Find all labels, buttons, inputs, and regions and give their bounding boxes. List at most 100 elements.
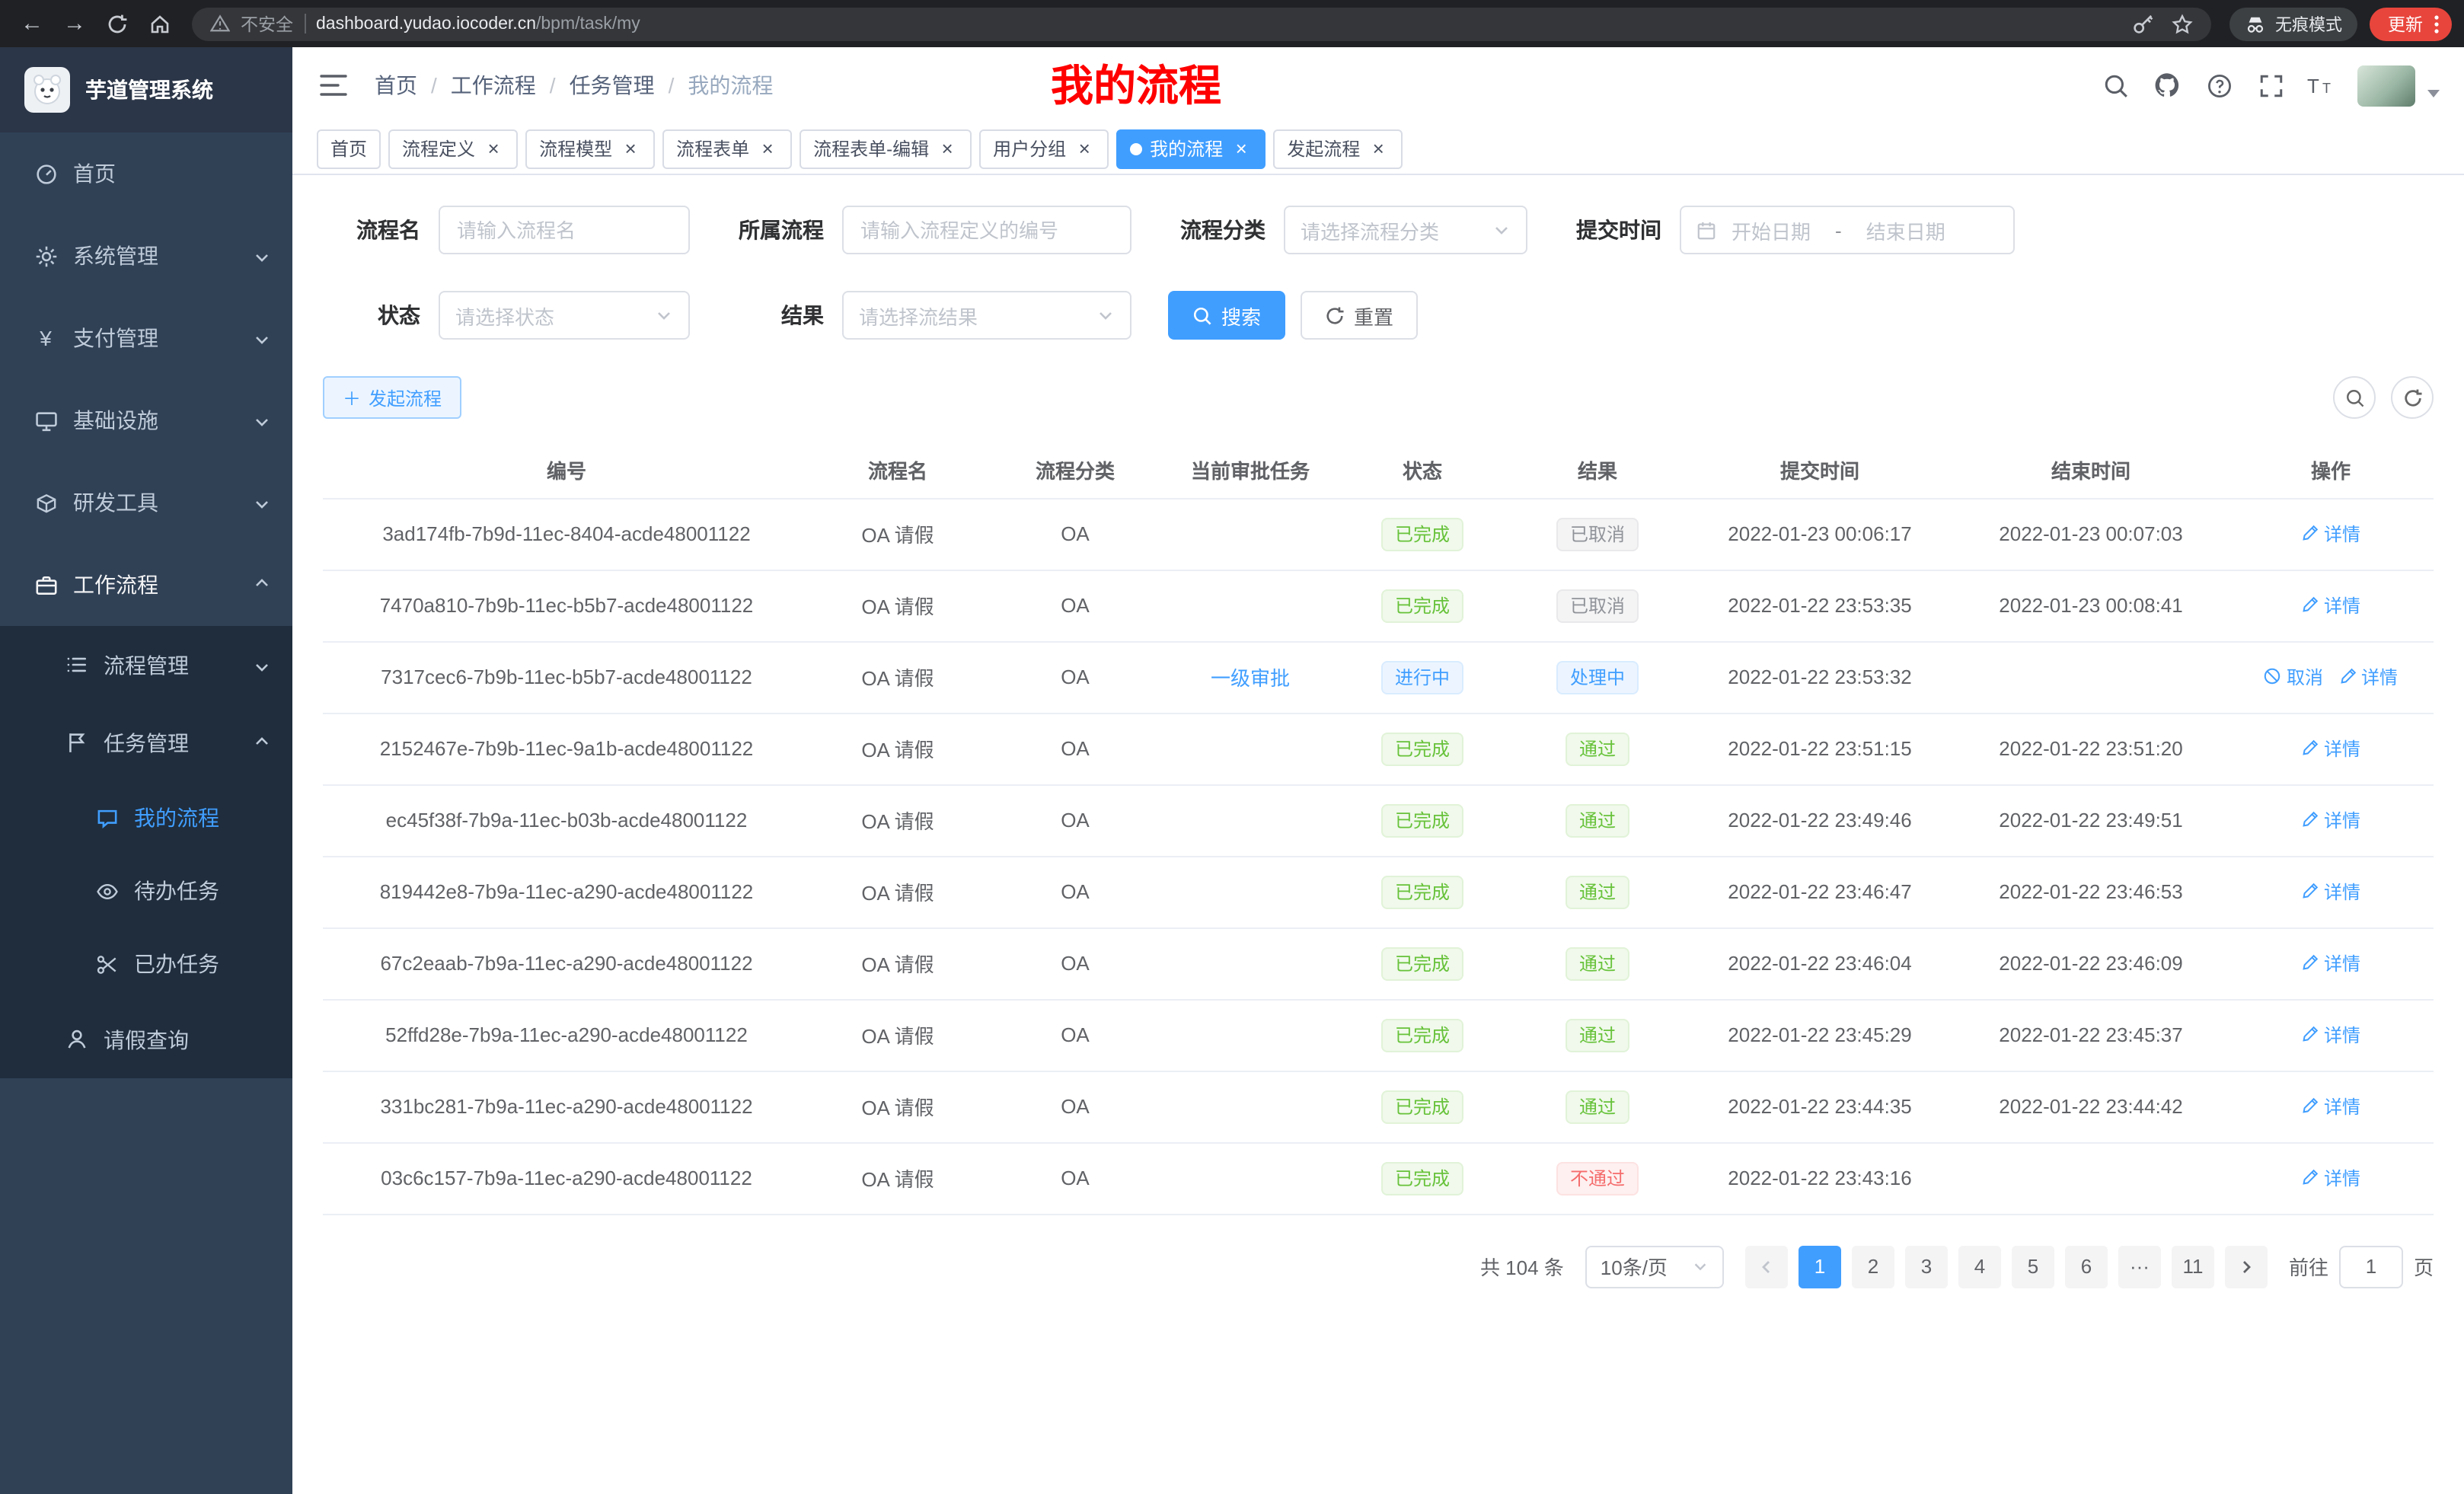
browser-reload-button[interactable] (97, 4, 137, 43)
refresh-table-button[interactable] (2391, 376, 2434, 419)
status-badge: 已完成 (1381, 732, 1463, 765)
close-tab-icon[interactable]: × (1074, 138, 1095, 159)
tab-process-form-edit[interactable]: 流程表单-编辑× (800, 129, 972, 168)
bookmark-star-icon[interactable] (2172, 13, 2193, 34)
reset-button[interactable]: 重置 (1301, 291, 1418, 340)
tab-start-process[interactable]: 发起流程× (1273, 129, 1403, 168)
close-tab-icon[interactable]: × (937, 138, 958, 159)
process-name-input[interactable] (439, 206, 690, 254)
actions-cell: 取消详情 (2228, 641, 2434, 713)
password-key-icon[interactable] (2132, 13, 2153, 34)
pager-page-6[interactable]: 6 (2065, 1245, 2108, 1288)
close-tab-icon[interactable]: × (620, 138, 641, 159)
github-link-button[interactable] (2150, 69, 2184, 102)
tab-process-definition[interactable]: 流程定义× (388, 129, 518, 168)
table-header-row: 编号流程名流程分类当前审批任务状态结果提交时间结束时间操作 (323, 443, 2434, 498)
end-time-cell (1954, 1142, 2228, 1214)
pager-page-4[interactable]: 4 (1958, 1245, 2001, 1288)
submit-time-range-picker[interactable]: 开始日期 - 结束日期 (1680, 206, 2015, 254)
breadcrumb-item[interactable]: 工作流程 (451, 70, 536, 101)
detail-action-button[interactable]: 详情 (2301, 879, 2360, 905)
security-label[interactable]: 不安全 (241, 11, 293, 36)
status-cell: 已完成 (1336, 713, 1509, 784)
breadcrumb-item[interactable]: 首页 (375, 70, 417, 101)
sidebar-item-my-process[interactable]: 我的流程 (0, 781, 292, 854)
current-task-link[interactable]: 一级审批 (1211, 667, 1290, 690)
detail-action-button[interactable]: 详情 (2301, 736, 2360, 761)
detail-action-button[interactable]: 详情 (2301, 592, 2360, 618)
avatar-caret-down-icon[interactable] (2427, 89, 2440, 97)
parent-process-input[interactable] (842, 206, 1131, 254)
browser-home-button[interactable] (140, 4, 180, 43)
status-select[interactable]: 请选择状态 (439, 291, 690, 340)
sidebar-item-leave-query[interactable]: 请假查询 (0, 1001, 292, 1078)
next-page-button[interactable] (2225, 1245, 2268, 1288)
browser-back-button[interactable]: ← (12, 4, 52, 43)
close-tab-icon[interactable]: × (1368, 138, 1389, 159)
user-avatar[interactable] (2357, 65, 2415, 106)
detail-action-button[interactable]: 详情 (2301, 950, 2360, 976)
close-tab-icon[interactable]: × (1230, 138, 1252, 159)
detail-action-button[interactable]: 详情 (2301, 1165, 2360, 1191)
detail-action-button[interactable]: 详情 (2338, 664, 2398, 690)
page-size-select[interactable]: 10条/页 (1585, 1245, 1724, 1288)
browser-update-button[interactable]: 更新 (2370, 7, 2452, 40)
sidebar-item-workflow[interactable]: 工作流程 (0, 544, 292, 626)
tab-home[interactable]: 首页 (317, 129, 381, 168)
sidebar-item-todo-tasks[interactable]: 待办任务 (0, 854, 292, 927)
close-tab-icon[interactable]: × (757, 138, 778, 159)
app-logo[interactable]: 芋道管理系统 (0, 47, 292, 132)
address-bar[interactable]: 不安全 dashboard.yudao.iocoder.cn/bpm/task/… (192, 7, 2211, 40)
action-label: 详情 (2324, 521, 2360, 547)
sidebar-toggle-button[interactable] (317, 69, 350, 102)
sidebar-item-task-management[interactable]: 任务管理 (0, 704, 292, 781)
pager-more-button[interactable]: ··· (2118, 1245, 2161, 1288)
create-process-button[interactable]: ＋ 发起流程 (323, 376, 461, 419)
submit-time-cell: 2022-01-22 23:43:16 (1686, 1142, 1954, 1214)
current-task-cell (1165, 498, 1336, 570)
sidebar-item-label: 任务管理 (104, 727, 189, 758)
sidebar-item-done-tasks[interactable]: 已办任务 (0, 927, 292, 1001)
search-button[interactable]: 搜索 (1168, 291, 1285, 340)
submit-time-cell: 2022-01-22 23:44:35 (1686, 1071, 1954, 1142)
sidebar-item-dev-tools[interactable]: 研发工具 (0, 461, 292, 544)
tab-user-group[interactable]: 用户分组× (979, 129, 1109, 168)
browser-forward-button[interactable]: → (55, 4, 94, 43)
result-cell: 通过 (1509, 927, 1686, 999)
pager-page-11[interactable]: 11 (2172, 1245, 2214, 1288)
pager-page-2[interactable]: 2 (1852, 1245, 1894, 1288)
column-header: 结果 (1509, 443, 1686, 498)
sidebar-item-infrastructure[interactable]: 基础设施 (0, 379, 292, 461)
pager-page-5[interactable]: 5 (2012, 1245, 2054, 1288)
detail-action-button[interactable]: 详情 (2301, 1022, 2360, 1048)
sidebar-item-process-management[interactable]: 流程管理 (0, 626, 292, 704)
toggle-search-button[interactable] (2333, 376, 2376, 419)
close-tab-icon[interactable]: × (483, 138, 504, 159)
category-select[interactable]: 请选择流程分类 (1284, 206, 1527, 254)
cancel-action-button[interactable]: 取消 (2264, 664, 2323, 690)
font-size-button[interactable]: TT (2306, 69, 2339, 102)
pager-page-1[interactable]: 1 (1799, 1245, 1841, 1288)
process-id-cell: 7317cec6-7b9b-11ec-b5b7-acde48001122 (323, 641, 810, 713)
help-doc-button[interactable] (2202, 69, 2236, 102)
sidebar-item-payment-management[interactable]: ¥支付管理 (0, 297, 292, 379)
tab-process-form[interactable]: 流程表单× (662, 129, 792, 168)
sidebar-item-home[interactable]: 首页 (0, 132, 292, 215)
prev-page-button[interactable] (1745, 1245, 1788, 1288)
detail-action-button[interactable]: 详情 (2301, 807, 2360, 833)
page-url: dashboard.yudao.iocoder.cn/bpm/task/my (316, 14, 640, 33)
tab-my-process[interactable]: 我的流程× (1116, 129, 1266, 168)
header-search-button[interactable] (2099, 69, 2132, 102)
result-select[interactable]: 请选择流结果 (842, 291, 1131, 340)
process-category-cell: OA (985, 927, 1165, 999)
fullscreen-button[interactable] (2254, 69, 2287, 102)
detail-action-button[interactable]: 详情 (2301, 1093, 2360, 1119)
detail-action-button[interactable]: 详情 (2301, 521, 2360, 547)
search-button-label: 搜索 (1221, 301, 1261, 330)
sidebar-item-system-management[interactable]: 系统管理 (0, 215, 292, 297)
browser-menu-dots-icon[interactable] (2434, 13, 2440, 34)
breadcrumb-item[interactable]: 任务管理 (570, 70, 655, 101)
pager-page-3[interactable]: 3 (1905, 1245, 1948, 1288)
goto-page-input[interactable] (2339, 1245, 2403, 1288)
tab-process-model[interactable]: 流程模型× (525, 129, 655, 168)
